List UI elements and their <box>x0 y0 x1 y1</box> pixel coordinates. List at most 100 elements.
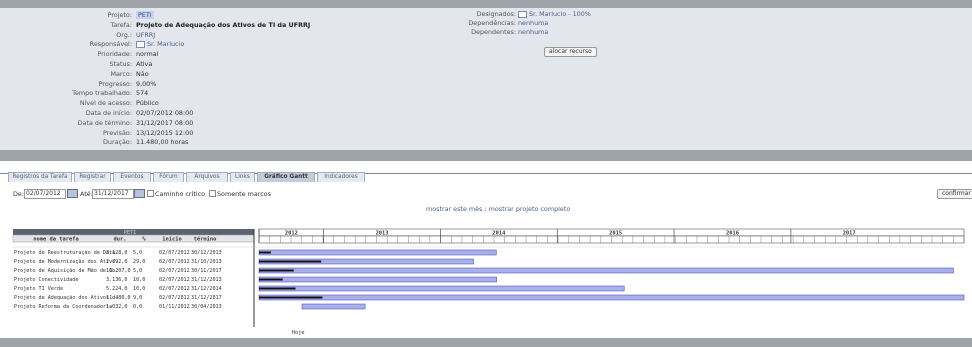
detail-label: Prioridade: <box>97 50 132 59</box>
links-separator: : <box>484 205 487 213</box>
task-details-panel: Projeto: PETI Tarefa: Projeto de Adequação … <box>0 8 972 150</box>
detail-value: normal <box>136 50 159 59</box>
year-label: 2015 <box>609 231 622 237</box>
de-date-input[interactable]: 02/07/2012 <box>24 189 66 199</box>
year-label: 2017 <box>843 231 856 237</box>
task-start: 02/07/2012 <box>159 277 190 283</box>
gantt-bar <box>258 249 497 256</box>
calendar-icon[interactable] <box>67 189 78 198</box>
col-header-name: nome da tarefa <box>33 237 78 243</box>
detail-value[interactable]: Sr. Marlucio <box>136 40 184 49</box>
task-dur: 2.792,0 <box>106 259 127 265</box>
task-end: 31/12/2013 <box>191 277 222 283</box>
dependentes-label: Dependentes: <box>471 28 516 36</box>
detail-label: Progresso: <box>98 79 132 88</box>
year-label: 2013 <box>376 231 389 237</box>
dependencias-value: nenhuma <box>518 19 549 27</box>
gantt-svg: PETInome da tarefa dur.% início término2012… <box>12 228 965 336</box>
detail-value: 574 <box>136 89 149 98</box>
detail-label: Previsão: <box>102 128 132 137</box>
task-pct: 5,0 <box>133 250 142 256</box>
detail-label: Responsável: <box>89 40 132 49</box>
detail-label: Data de início: <box>85 109 132 117</box>
detail-label: Marco: <box>110 69 133 78</box>
detail-row: Nível de acesso: Público <box>0 99 420 108</box>
task-start: 02/07/2012 <box>159 259 190 265</box>
caminho-critico-checkbox[interactable] <box>147 190 154 197</box>
somente-marcos-checkbox[interactable] <box>209 190 216 197</box>
user-icon <box>518 10 527 18</box>
detail-value: Ativa <box>136 60 153 68</box>
top-bar <box>0 0 972 8</box>
gantt-bar <box>258 285 625 292</box>
detail-row: Previsão: 13/12/2015 12:00 <box>0 129 420 138</box>
detail-row: Progresso: 9,00% <box>0 80 420 89</box>
detail-label: Tempo trabalhado: <box>72 89 132 98</box>
gantt-bar <box>301 303 366 310</box>
task-end: 31/12/2017 <box>191 295 222 301</box>
task-end: 30/11/2017 <box>191 268 222 274</box>
gantt-progress <box>259 278 283 281</box>
designados-label: Designados: <box>476 10 516 18</box>
gantt-progress <box>259 287 296 290</box>
year-label: 2016 <box>726 231 739 237</box>
alocar-recurso-button[interactable]: alocar recurso <box>544 47 597 57</box>
task-name: Projeto Reforma da Coordenadoria . <box>14 304 118 310</box>
user-name[interactable]: Sr. Marlucio <box>147 40 184 48</box>
ate-date-input[interactable]: 31/12/2017 <box>92 189 134 199</box>
detail-row: Status: Ativa <box>0 60 420 69</box>
task-start: 01/11/2012 <box>159 304 190 310</box>
detail-value: Não <box>136 69 149 78</box>
gantt-progress <box>259 269 294 272</box>
task-pct: 29,0 <box>133 259 145 265</box>
gantt-bar <box>258 276 497 283</box>
designados-value[interactable]: Sr. Marlucio - 100% <box>518 10 591 19</box>
calendar-icon[interactable] <box>134 189 145 198</box>
detail-value: 11.480,00 horas <box>136 138 189 147</box>
gantt-bar <box>258 267 954 274</box>
task-end: 30/04/2013 <box>191 304 222 310</box>
confirmar-button[interactable]: confirmar <box>937 189 972 199</box>
detail-value: 02/07/2012 08:00 <box>136 109 194 117</box>
task-end: 31/10/2013 <box>191 259 222 265</box>
col-header-dur: dur. <box>114 237 127 243</box>
task-dur: 11.207,0 <box>106 268 131 274</box>
detail-row: Responsável: Sr. Marlucio <box>0 40 420 49</box>
today-label: Hoje <box>292 330 305 336</box>
detail-row: Duração: 11.480,00 horas <box>0 138 420 147</box>
task-start: 02/07/2012 <box>159 295 190 301</box>
detail-value: 31/12/2017 08:00 <box>136 118 194 127</box>
task-name: Projeto de Reestruturação de Data. <box>14 250 118 256</box>
detail-label: Data de término: <box>77 118 132 127</box>
mostrar-este-mes-link[interactable]: mostrar este mês <box>426 205 482 213</box>
col-header-end: término <box>194 236 217 243</box>
gantt-progress <box>259 251 271 254</box>
task-dur: 11.480,0 <box>106 295 131 301</box>
task-name: Projeto TI Verde <box>14 286 63 292</box>
task-dur: 5.224,0 <box>106 286 127 292</box>
gantt-bar <box>258 294 965 301</box>
task-name: Projeto de Modernização dos Ativo. <box>14 259 118 265</box>
task-pct: 5,0 <box>133 268 142 274</box>
de-label: De: <box>13 190 25 198</box>
task-name: Projeto Conectividade <box>14 277 78 283</box>
task-end: 30/12/2013 <box>191 250 222 256</box>
detail-value: Público <box>136 99 159 108</box>
detail-row: Prioridade: normal <box>0 50 420 59</box>
gantt-progress <box>259 296 323 299</box>
gantt-chart: PETI nome da tarefa dur.% início término 2012… <box>9 226 972 338</box>
detail-row: Data de início: 02/07/2012 08:00 <box>0 109 420 118</box>
bottom-bar <box>0 338 972 347</box>
period-links: mostrar este mês : mostrar projeto compl… <box>426 205 570 213</box>
detail-label: Nível de acesso: <box>79 99 132 108</box>
detail-row: Marco: Não <box>0 70 420 79</box>
gantt-toolbar: De: 02/07/2012 Até: 31/12/2017 Caminho c… <box>0 182 972 214</box>
dependencias-label: Dependências: <box>468 19 516 27</box>
task-dur: 3.136,0 <box>106 277 127 283</box>
col-header-start: início <box>162 236 181 243</box>
detail-value: 13/12/2015 12:00 <box>136 128 194 137</box>
detail-row: Tempo trabalhado: 574 <box>0 89 420 98</box>
task-dur: 1.032,0 <box>106 304 127 310</box>
task-name: Projeto de Aquisição de Mão de Ob. <box>14 268 118 274</box>
mostrar-projeto-completo-link[interactable]: mostrar projeto completo <box>489 205 571 213</box>
